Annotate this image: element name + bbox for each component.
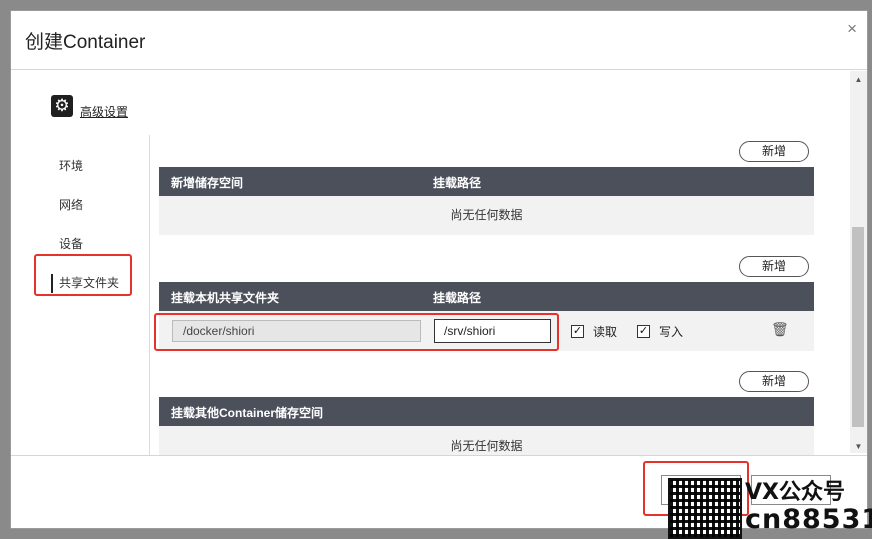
nav-item-shared-folder[interactable]: 共享文件夹 xyxy=(51,264,141,303)
watermark-line1: VX公众号 xyxy=(745,480,845,505)
qr-code-image xyxy=(668,478,742,539)
nav-item-environment[interactable]: 环境 xyxy=(51,147,141,186)
advanced-settings-link[interactable]: 高级设置 xyxy=(80,103,128,120)
container-storage-empty-row: 尚无任何数据 xyxy=(159,426,814,455)
write-checkbox[interactable]: ✓ xyxy=(637,325,650,338)
dialog-header: 创建Container × xyxy=(11,11,867,70)
col-new-storage: 新增储存空间 xyxy=(171,176,244,190)
watermark-line2: cn88531 xyxy=(745,504,872,535)
read-checkbox[interactable]: ✓ xyxy=(571,325,584,338)
watermark: VX公众号 cn88531 xyxy=(745,480,872,535)
storage-table-header: 新增储存空间 挂载路径 xyxy=(159,167,814,196)
storage-empty-row: 尚无任何数据 xyxy=(159,196,814,235)
add-storage-button[interactable]: 新增 xyxy=(739,141,809,162)
footer-divider xyxy=(11,455,867,456)
host-path-input[interactable]: /docker/shiori xyxy=(172,320,421,342)
col-host-folder: 挂载本机共享文件夹 xyxy=(171,291,280,305)
scroll-down-icon[interactable]: ▼ xyxy=(850,442,867,451)
read-label: 读取 xyxy=(593,325,618,339)
nav-item-network[interactable]: 网络 xyxy=(51,186,141,225)
close-icon[interactable]: × xyxy=(847,19,857,39)
scroll-thumb[interactable] xyxy=(852,227,864,427)
scroll-up-icon[interactable]: ▲ xyxy=(850,75,867,84)
container-storage-table-header: 挂载其他Container储存空间 xyxy=(159,397,814,426)
advanced-settings[interactable]: ⚙ 高级设置 xyxy=(51,91,128,120)
shared-folder-row: /docker/shiori /srv/shiori ✓ 读取 ✓ 写入 🗑 xyxy=(159,311,814,351)
write-label: 写入 xyxy=(659,325,684,339)
settings-nav: 环境 网络 设备 共享文件夹 xyxy=(51,147,141,303)
nav-item-device[interactable]: 设备 xyxy=(51,225,141,264)
shared-folder-table-header: 挂载本机共享文件夹 挂载路径 xyxy=(159,282,814,311)
col-container-storage: 挂载其他Container储存空间 xyxy=(171,406,324,420)
mount-path-input[interactable]: /srv/shiori xyxy=(434,319,551,343)
nav-divider xyxy=(149,135,150,455)
add-container-storage-button[interactable]: 新增 xyxy=(739,371,809,392)
trash-icon[interactable]: 🗑 xyxy=(771,321,789,338)
gear-icon: ⚙ xyxy=(51,94,73,117)
dialog-title: 创建Container xyxy=(25,32,146,53)
col-mount-path: 挂载路径 xyxy=(433,291,482,305)
col-mount-path: 挂载路径 xyxy=(433,176,482,190)
content-scrollbar[interactable]: ▲ ▼ xyxy=(850,71,867,453)
create-container-dialog: 创建Container × ⚙ 高级设置 环境 网络 设备 共享文件夹 新增 新… xyxy=(10,10,868,529)
add-shared-folder-button[interactable]: 新增 xyxy=(739,256,809,277)
